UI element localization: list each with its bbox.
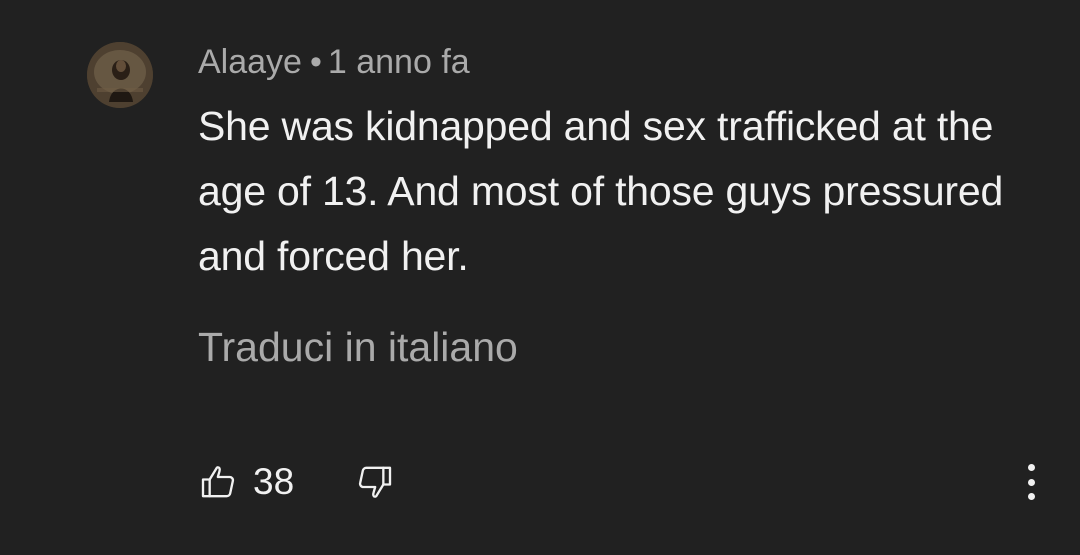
thumbs-down-icon xyxy=(358,466,392,498)
avatar[interactable] xyxy=(87,42,153,108)
comment-text: She was kidnapped and sex trafficked at … xyxy=(198,103,1004,279)
separator-dot: • xyxy=(309,43,322,81)
avatar-image xyxy=(87,42,153,108)
more-vertical-icon-dot xyxy=(1027,478,1035,486)
more-vertical-icon-dot xyxy=(1027,464,1035,471)
dislike-button[interactable] xyxy=(355,462,395,502)
thumbs-up-icon xyxy=(201,466,235,498)
comment-header: Alaaye • 1 anno fa xyxy=(198,40,470,84)
translate-link[interactable]: Traduci in italiano xyxy=(198,320,518,374)
comment-item: Alaaye • 1 anno fa She was kidnapped and s… xyxy=(0,0,1080,555)
more-options-button[interactable] xyxy=(1016,460,1046,504)
more-vertical-icon-dot xyxy=(1027,493,1035,500)
comment-timestamp[interactable]: 1 anno fa xyxy=(328,43,470,81)
author-name[interactable]: Alaaye xyxy=(198,43,302,81)
like-count: 38 xyxy=(253,461,295,502)
like-button[interactable]: 38 xyxy=(198,458,294,506)
comment-actions: 38 xyxy=(198,458,1058,506)
